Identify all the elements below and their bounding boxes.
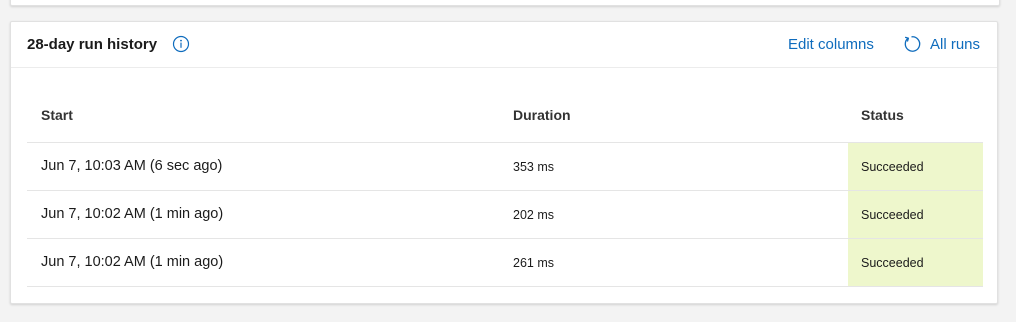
run-history-table: Start Duration Status Jun 7, 10:03 AM (6… [27, 92, 983, 287]
table-row[interactable]: Jun 7, 10:02 AM (1 min ago) 261 ms Succe… [27, 239, 983, 287]
run-history-card: 28-day run history Edit columns All runs… [10, 21, 998, 304]
column-header-status[interactable]: Status [861, 107, 904, 123]
previous-card [10, 0, 1000, 6]
status-cell: Succeeded [848, 239, 983, 286]
start-cell: Jun 7, 10:02 AM (1 min ago) [41, 254, 224, 270]
table-row[interactable]: Jun 7, 10:02 AM (1 min ago) 202 ms Succe… [27, 191, 983, 239]
status-label: Succeeded [861, 160, 924, 174]
table-header: Start Duration Status [27, 92, 983, 143]
duration-cell: 353 ms [513, 160, 554, 174]
start-cell: Jun 7, 10:03 AM (6 sec ago) [41, 158, 223, 174]
status-label: Succeeded [861, 256, 924, 270]
refresh-icon[interactable] [902, 34, 922, 54]
duration-cell: 261 ms [513, 256, 554, 270]
status-cell: Succeeded [848, 191, 983, 238]
status-label: Succeeded [861, 208, 924, 222]
column-header-start[interactable]: Start [41, 107, 73, 123]
card-header: 28-day run history Edit columns All runs [11, 22, 997, 68]
duration-cell: 202 ms [513, 208, 554, 222]
status-cell: Succeeded [848, 143, 983, 190]
all-runs-button[interactable]: All runs [930, 36, 980, 53]
column-header-duration[interactable]: Duration [513, 107, 571, 123]
start-cell: Jun 7, 10:02 AM (1 min ago) [41, 206, 224, 222]
card-title: 28-day run history [27, 36, 158, 53]
edit-columns-button[interactable]: Edit columns [788, 36, 874, 53]
table-row[interactable]: Jun 7, 10:03 AM (6 sec ago) 353 ms Succe… [27, 143, 983, 191]
info-icon[interactable] [172, 35, 190, 53]
